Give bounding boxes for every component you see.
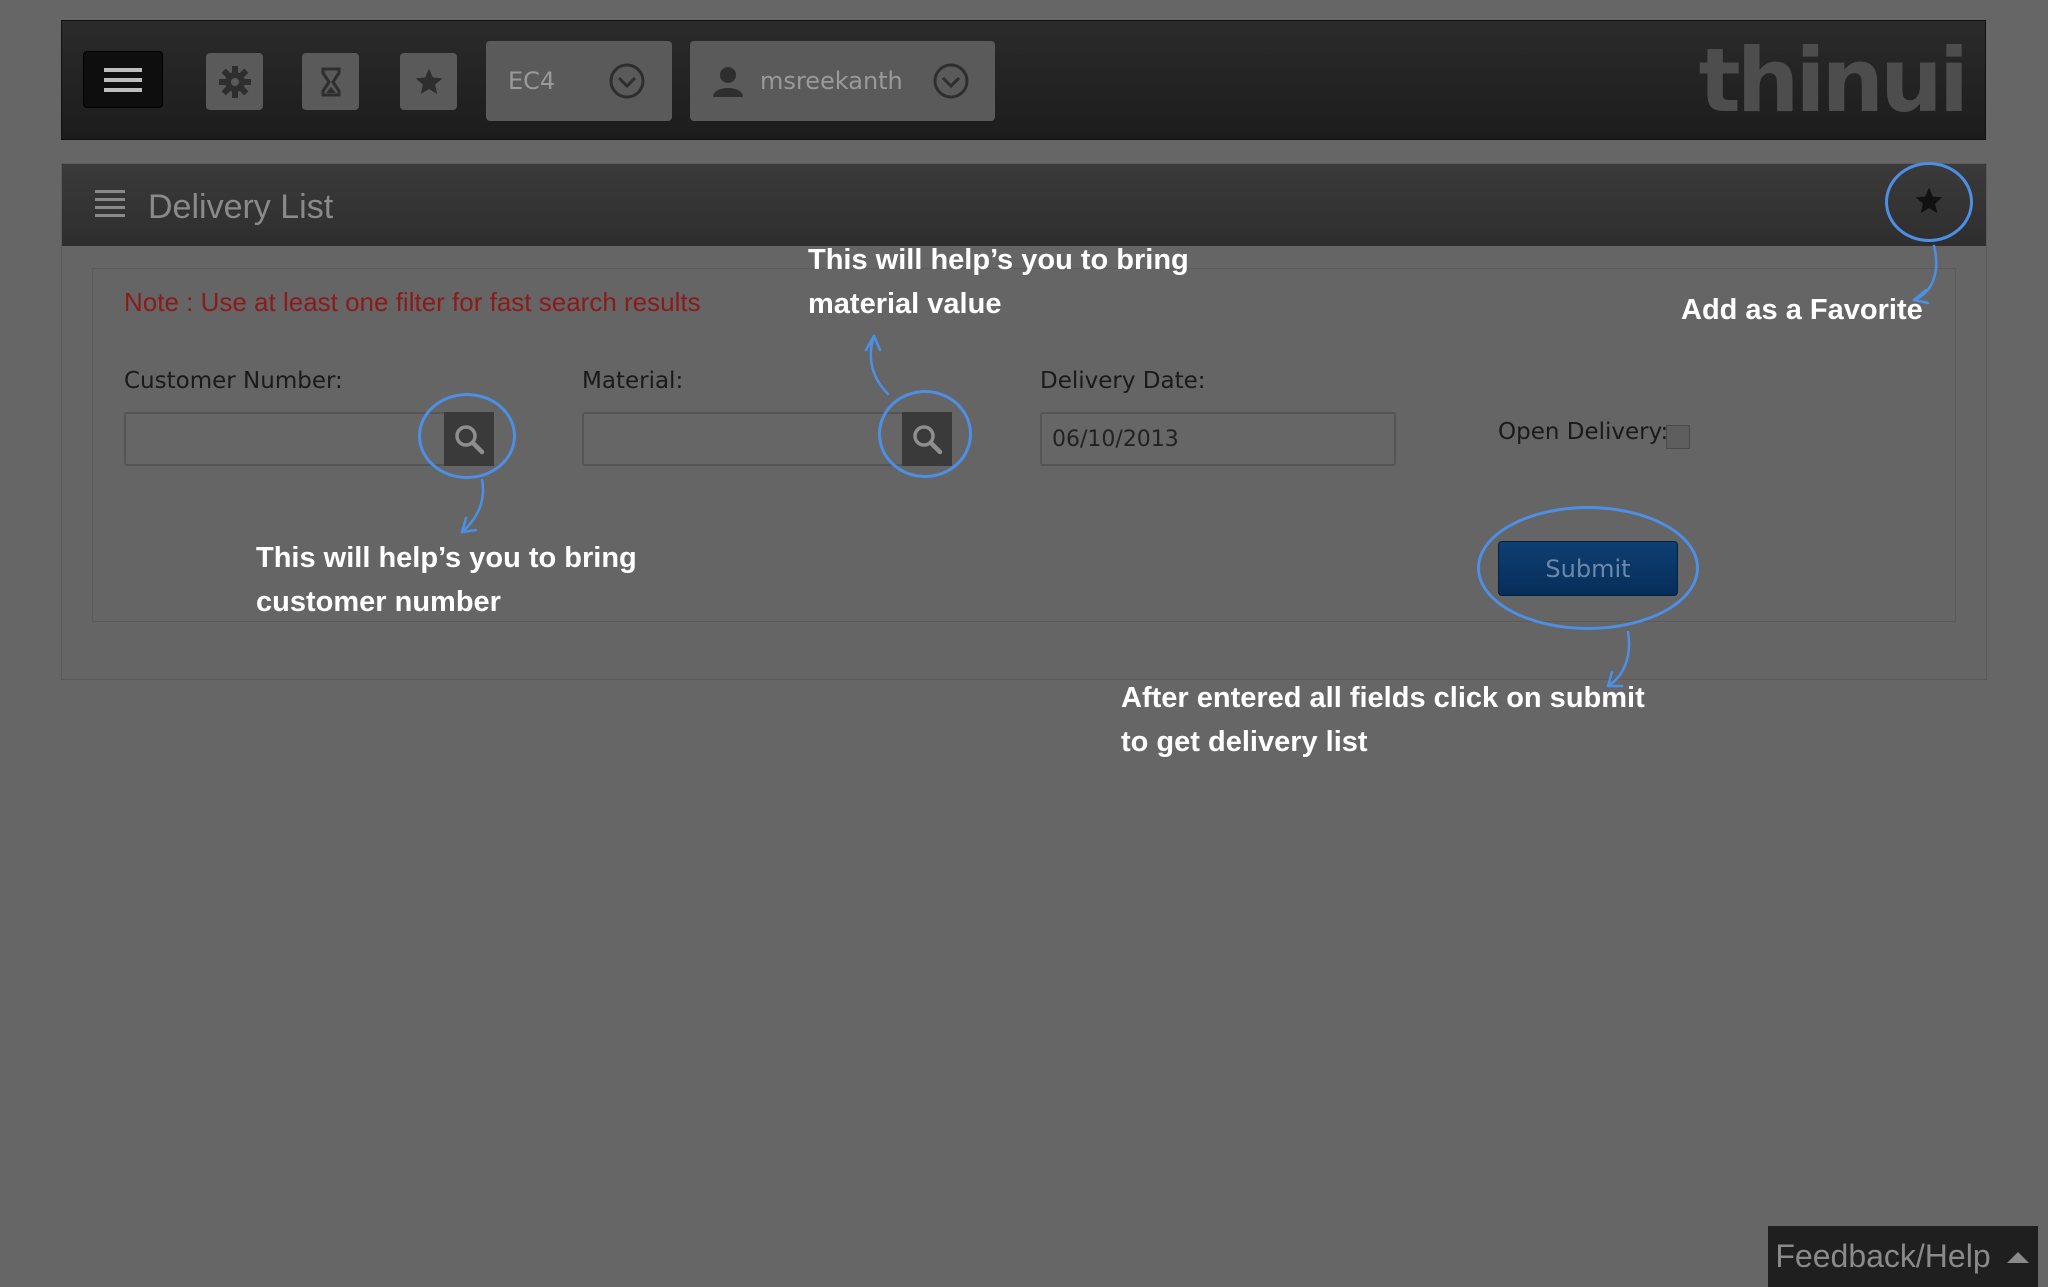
top-navigation-bar: EC4 msreekanth thinui <box>61 20 1986 140</box>
submit-callout-line2: to get delivery list <box>1121 726 1368 758</box>
delivery-date-input[interactable] <box>1040 412 1396 466</box>
system-label: EC4 <box>508 67 556 95</box>
hamburger-icon <box>104 67 142 92</box>
material-callout-line2: material value <box>808 288 1002 320</box>
chevron-down-icon <box>609 63 645 99</box>
favorite-callout: Add as a Favorite <box>1681 294 1923 326</box>
feedback-help-tab[interactable]: Feedback/Help <box>1768 1226 2038 1287</box>
material-label: Material: <box>582 368 684 394</box>
submit-callout-line1: After entered all fields click on submit <box>1121 682 1645 714</box>
history-button[interactable] <box>302 53 359 110</box>
customer-search-highlight-ring <box>418 393 516 479</box>
settings-button[interactable] <box>206 53 263 110</box>
hourglass-icon <box>321 67 340 96</box>
user-dropdown[interactable]: msreekanth <box>690 41 995 121</box>
open-delivery-checkbox[interactable] <box>1666 425 1690 449</box>
customer-number-label: Customer Number: <box>124 368 343 394</box>
menu-button[interactable] <box>83 51 163 108</box>
customer-callout-line2: customer number <box>256 586 501 618</box>
submit-highlight-ring <box>1477 506 1699 630</box>
system-dropdown[interactable]: EC4 <box>486 41 672 121</box>
chevron-up-icon <box>2006 1251 2029 1263</box>
favorite-highlight-ring <box>1885 162 1973 242</box>
favorites-button[interactable] <box>400 53 457 110</box>
user-icon <box>713 67 743 97</box>
customer-number-input[interactable] <box>124 412 446 466</box>
gear-icon <box>218 65 251 98</box>
delivery-date-label: Delivery Date: <box>1040 368 1206 394</box>
customer-callout-line1: This will help’s you to bring <box>256 542 637 574</box>
open-delivery-label: Open Delivery: <box>1498 419 1669 445</box>
star-icon <box>415 68 442 94</box>
list-icon <box>95 190 125 217</box>
page-title: Delivery List <box>148 188 334 226</box>
panel-header: Delivery List <box>62 164 1986 246</box>
chevron-down-icon <box>933 63 969 99</box>
username: msreekanth <box>760 67 903 95</box>
material-search-highlight-ring <box>878 390 972 478</box>
material-callout-line1: This will help’s you to bring <box>808 244 1189 276</box>
thinui-logo: thinui <box>1698 29 1969 132</box>
feedback-help-label: Feedback/Help <box>1775 1238 1991 1274</box>
filter-note: Note : Use at least one filter for fast … <box>124 287 701 317</box>
material-input[interactable] <box>582 412 904 466</box>
